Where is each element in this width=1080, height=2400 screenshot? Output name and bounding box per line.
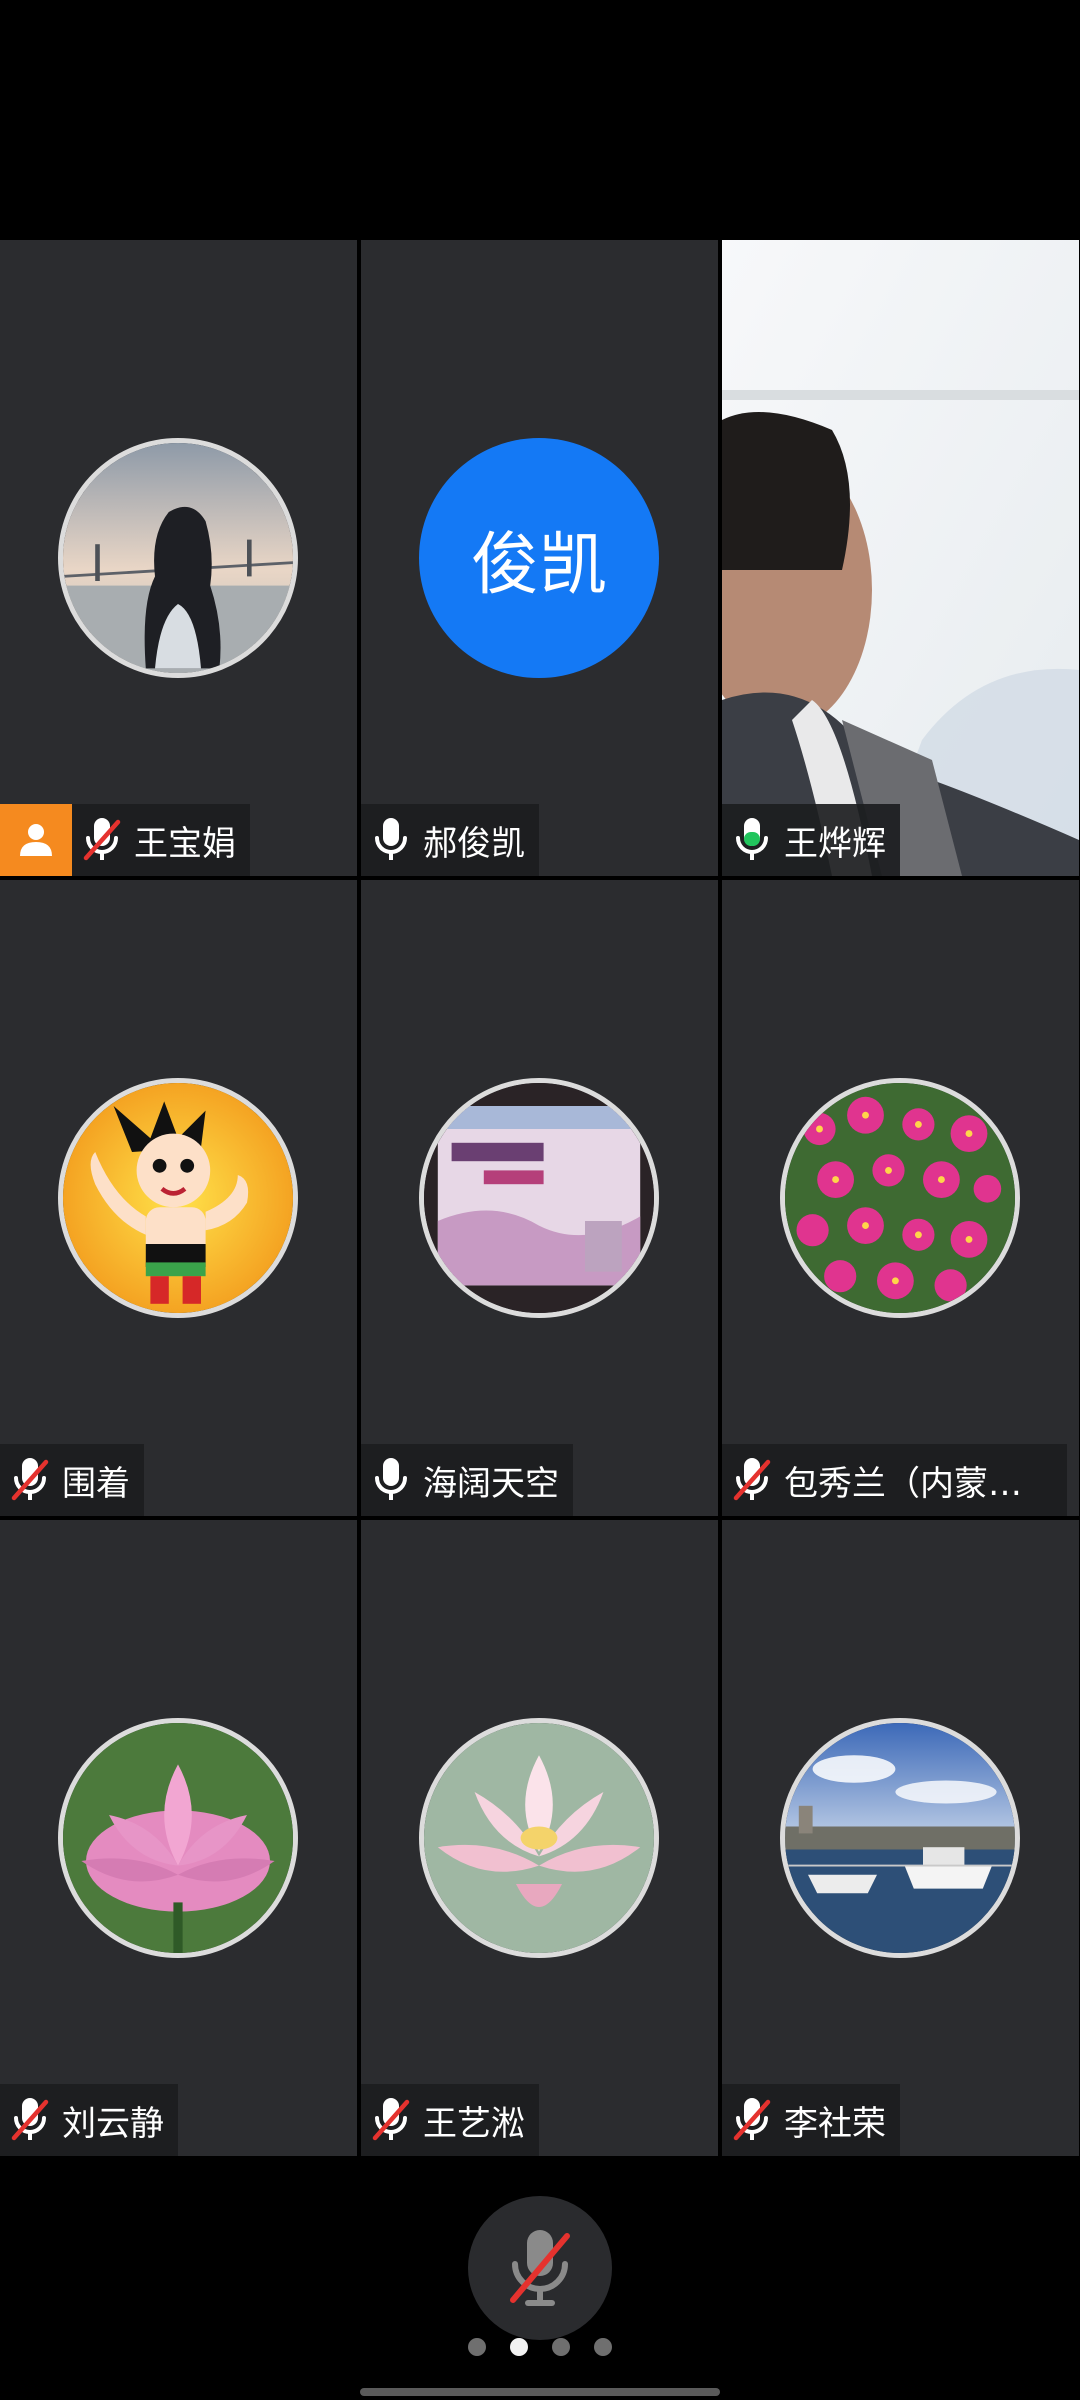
page-dot[interactable] [468,2338,486,2356]
initials-avatar: 俊凯 [419,438,659,678]
participant-name: 海阔天空 [423,1463,559,1504]
harbor-boats-icon [785,1723,1015,1953]
mute-toggle-button[interactable] [468,2196,612,2340]
participant-tile[interactable]: 包秀兰（内蒙古... [722,880,1079,1516]
participant-avatar [419,1078,659,1318]
participant-tile[interactable]: 俊凯 郝俊凯 [361,240,718,876]
name-tag: 李社荣 [722,2084,900,2156]
home-indicator[interactable] [360,2388,720,2396]
mic-muted-icon [10,1456,50,1504]
name-tag: 王烨辉 [722,804,900,876]
name-tag: 王艺淞 [361,2084,539,2156]
mic-muted-icon [10,2096,50,2144]
mic-muted-icon [732,1456,772,1504]
participant-name: 围着 [62,1463,130,1504]
participant-tile[interactable]: 海阔天空 [361,880,718,1516]
participant-name: 王烨辉 [784,823,886,864]
participant-name: 李社荣 [784,2103,886,2144]
name-tag: 围着 [0,1444,144,1516]
lotus-flower-icon [63,1723,293,1953]
person-icon [20,824,52,856]
participant-tile[interactable]: 李社荣 [722,1520,1079,2156]
mic-muted-icon [732,2096,772,2144]
mic-muted-icon [510,2230,570,2306]
participant-name: 刘云静 [62,2103,164,2144]
bottom-toolbar [0,2160,1080,2400]
page-dot-active[interactable] [510,2338,528,2356]
participant-avatar [58,438,298,678]
participant-avatar [58,1718,298,1958]
participant-name: 王宝娟 [134,823,236,864]
page-dot[interactable] [552,2338,570,2356]
page-indicator [0,2338,1080,2356]
mic-icon [371,1456,411,1504]
page-dot[interactable] [594,2338,612,2356]
mic-icon [371,816,411,864]
mic-muted-icon [371,2096,411,2144]
mic-muted-icon [82,816,122,864]
mic-speaking-icon [732,816,772,864]
participant-name: 郝俊凯 [423,823,525,864]
participant-avatar [58,1078,298,1318]
name-tag: 郝俊凯 [361,804,539,876]
participant-name: 王艺淞 [423,2103,525,2144]
university-card-icon [424,1083,654,1313]
participant-name: 包秀兰（内蒙古... [784,1463,1053,1504]
cartoon-robot-boy-icon [63,1083,293,1313]
participant-tile[interactable]: 围着 [0,880,357,1516]
participant-tile-video[interactable]: 王烨辉 [722,240,1079,876]
participant-tile[interactable]: 刘云静 [0,1520,357,2156]
name-tag: 海阔天空 [361,1444,573,1516]
participant-tile[interactable]: 王宝娟 [0,240,357,876]
participant-tile[interactable]: 王艺淞 [361,1520,718,2156]
name-tag: 包秀兰（内蒙古... [722,1444,1067,1516]
pink-flowers-icon [785,1083,1015,1313]
photo-girl-bridge-icon [63,443,293,673]
participant-grid: 王宝娟 俊凯 郝俊凯 王烨辉 围着 海阔天空 包秀兰（内蒙古... 刘云静 王艺… [0,240,1080,2160]
participant-avatar [780,1718,1020,1958]
name-tag: 刘云静 [0,2084,178,2156]
name-tag: 王宝娟 [0,804,250,876]
participant-avatar [780,1078,1020,1318]
participant-avatar [419,1718,659,1958]
white-lotus-icon [424,1723,654,1953]
host-badge [0,804,72,876]
video-feed [722,240,1079,876]
